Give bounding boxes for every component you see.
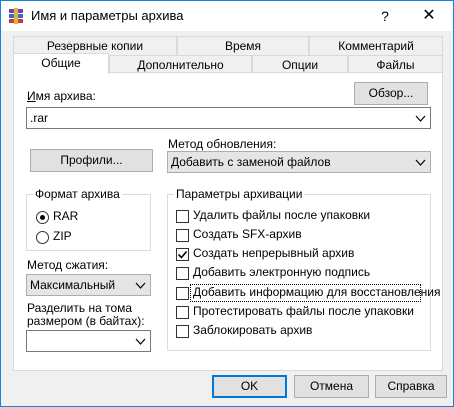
- update-method-value: Добавить с заменой файлов: [171, 155, 331, 169]
- archive-name-input[interactable]: .rar: [26, 107, 431, 129]
- profiles-button[interactable]: Профили...: [30, 149, 153, 172]
- chevron-down-icon: [415, 159, 426, 166]
- browse-button[interactable]: Обзор...: [354, 82, 428, 105]
- signature-checkbox[interactable]: [176, 267, 189, 280]
- radio-selected-dot: [40, 215, 45, 220]
- test-files-label[interactable]: Протестировать файлы после упаковки: [193, 304, 414, 318]
- close-window-button[interactable]: ✕: [406, 1, 452, 31]
- format-rar-radio[interactable]: [36, 211, 49, 224]
- compression-value: Максимальный: [30, 278, 116, 292]
- help-button[interactable]: Справка: [375, 375, 447, 398]
- tab-comment[interactable]: Комментарий: [309, 36, 443, 55]
- compression-label: Метод сжатия:: [27, 258, 109, 272]
- sfx-label[interactable]: Создать SFX-архив: [193, 227, 302, 241]
- help-title-button[interactable]: ?: [373, 5, 397, 27]
- split-size-input[interactable]: [26, 330, 151, 352]
- recovery-record-checkbox[interactable]: [176, 287, 189, 300]
- winrar-icon: [9, 8, 23, 24]
- delete-after-label[interactable]: Удалить файлы после упаковки: [193, 208, 370, 222]
- title-bar[interactable]: Имя и параметры архива ? ✕: [1, 1, 453, 31]
- split-label-line1: Разделить на тома: [27, 301, 133, 315]
- archive-name-label: Имя архива:: [27, 89, 96, 103]
- archive-format-title: Формат архива: [33, 187, 122, 201]
- solid-archive-label[interactable]: Создать непрерывный архив: [193, 246, 354, 260]
- update-method-label: Метод обновления:: [168, 137, 277, 151]
- check-mark-icon: [177, 250, 188, 259]
- recovery-record-label[interactable]: Добавить информацию для восстановления: [193, 285, 440, 299]
- archive-name-value: .rar: [30, 111, 48, 125]
- format-rar-label[interactable]: RAR: [53, 209, 78, 223]
- update-method-select[interactable]: Добавить с заменой файлов: [167, 151, 431, 173]
- sfx-checkbox[interactable]: [176, 229, 189, 242]
- archiving-params-title: Параметры архивации: [174, 187, 305, 201]
- window-title: Имя и параметры архива: [31, 8, 184, 23]
- format-zip-radio[interactable]: [36, 231, 49, 244]
- chevron-down-icon: [135, 282, 146, 289]
- tab-general[interactable]: Общие: [13, 53, 109, 74]
- chevron-down-icon[interactable]: [135, 336, 146, 347]
- lock-archive-label[interactable]: Заблокировать архив: [193, 323, 312, 337]
- solid-archive-checkbox[interactable]: [176, 248, 189, 261]
- format-zip-label[interactable]: ZIP: [53, 229, 72, 243]
- test-files-checkbox[interactable]: [176, 306, 189, 319]
- archive-dialog: Имя и параметры архива ? ✕ Резервные коп…: [0, 0, 454, 407]
- signature-label[interactable]: Добавить электронную подпись: [193, 265, 370, 279]
- split-label-line2: размером (в байтах):: [27, 314, 145, 328]
- chevron-down-icon[interactable]: [415, 113, 426, 124]
- archive-name-label-text: мя архива:: [35, 89, 96, 103]
- ok-button[interactable]: OK: [212, 375, 287, 398]
- cancel-button[interactable]: Отмена: [294, 375, 369, 398]
- compression-select[interactable]: Максимальный: [26, 274, 151, 296]
- delete-after-checkbox[interactable]: [176, 210, 189, 223]
- tab-time[interactable]: Время: [177, 36, 309, 55]
- lock-archive-checkbox[interactable]: [176, 325, 189, 338]
